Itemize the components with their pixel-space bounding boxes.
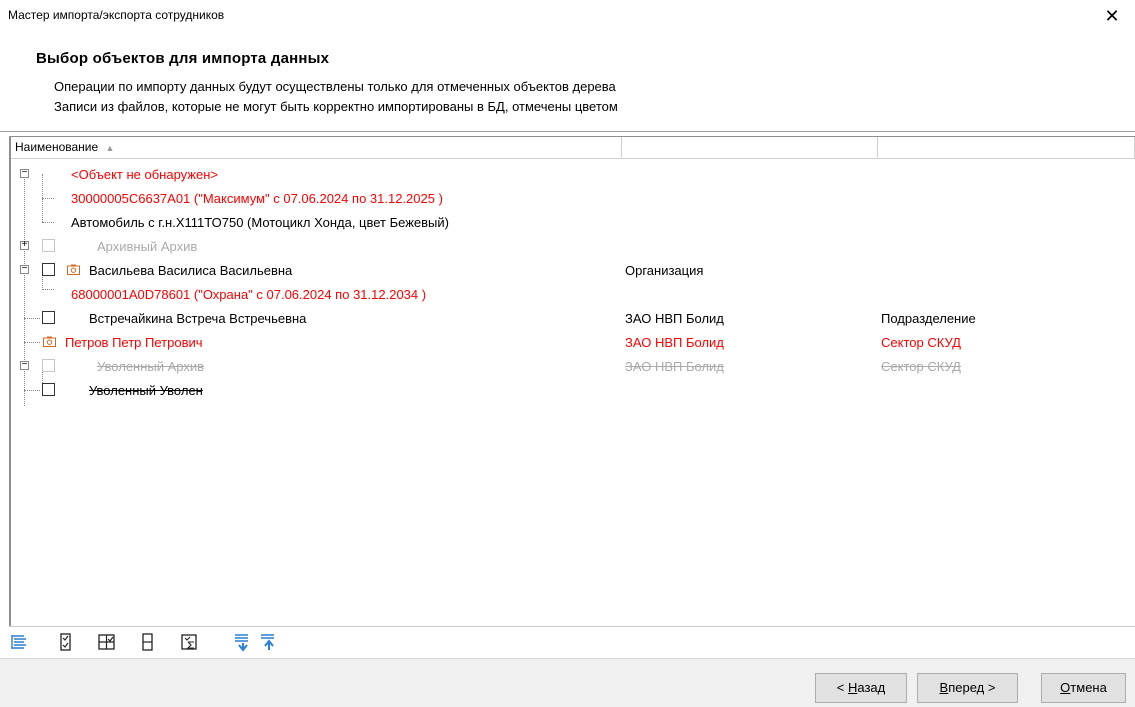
row-name: Уволенный Уволен — [89, 383, 203, 398]
description-line-1: Операции по импорту данных будут осущест… — [54, 79, 616, 94]
expand-toggle[interactable]: + — [20, 239, 29, 250]
move-down-icon[interactable] — [233, 632, 253, 652]
move-up-icon[interactable] — [259, 632, 279, 652]
tree-row[interactable]: − Уволенный Архив ЗАО НВП Болид Сектор С… — [11, 355, 1135, 379]
row-checkbox[interactable] — [42, 359, 55, 372]
column-name-header[interactable]: Наименование ▲ — [11, 137, 622, 158]
tree-branch-line — [42, 222, 54, 223]
row-name: Встречайкина Встреча Встречьевна — [89, 311, 307, 326]
tree-row[interactable]: 30000005C6637A01 ("Максимум" с 07.06.202… — [11, 187, 1135, 211]
uncheck-icon[interactable] — [138, 632, 158, 652]
close-button[interactable]: ✕ — [1089, 0, 1135, 32]
sort-ascending-icon: ▲ — [105, 143, 115, 153]
check-tree-icon[interactable] — [97, 632, 117, 652]
column-3-header[interactable] — [878, 137, 1135, 158]
back-button[interactable]: < Назад — [815, 673, 907, 703]
row-checkbox[interactable] — [42, 311, 55, 324]
wizard-header: Выбор объектов для импорта данных Операц… — [0, 32, 1135, 130]
row-col2: ЗАО НВП Болид — [625, 359, 724, 374]
tree-row[interactable]: Уволенный Уволен — [11, 379, 1135, 403]
row-name: Уволенный Архив — [97, 359, 205, 374]
objects-tree[interactable]: Наименование ▲ − <Объект не обнаружен> 3… — [9, 136, 1135, 656]
row-checkbox[interactable] — [42, 263, 55, 276]
row-col2: Организация — [625, 263, 704, 278]
camera-icon — [67, 264, 80, 275]
check-invert-icon[interactable] — [179, 632, 199, 652]
collapse-toggle[interactable]: − — [20, 167, 29, 178]
row-name: Архивный Архив — [97, 239, 198, 254]
tree-row[interactable]: Встречайкина Встреча Встречьевна ЗАО НВП… — [11, 307, 1135, 331]
row-col3: Подразделение — [881, 311, 976, 326]
row-col2: ЗАО НВП Болид — [625, 335, 724, 350]
tree-branch-line — [24, 390, 40, 391]
row-name: 30000005C6637A01 ("Максимум" с 07.06.202… — [71, 191, 443, 206]
row-col3: Сектор СКУД — [881, 359, 961, 374]
check-all-icon[interactable] — [56, 632, 76, 652]
import-wizard-window: Мастер импорта/экспорта сотрудников ✕ Вы… — [0, 0, 1135, 707]
collapse-toggle[interactable]: − — [20, 263, 29, 274]
tree-toolbar — [9, 626, 1135, 657]
tree-row[interactable]: − <Объект не обнаружен> — [11, 163, 1135, 187]
row-name: 68000001A0D78601 ("Охрана" с 07.06.2024 … — [71, 287, 427, 302]
header-divider — [0, 131, 1135, 132]
page-title: Выбор объектов для импорта данных — [36, 50, 330, 67]
tree-row[interactable]: − Васильева Василиса Васильевна Организа… — [11, 259, 1135, 283]
row-col2: ЗАО НВП Болид — [625, 311, 724, 326]
tree-expand-icon[interactable] — [9, 632, 29, 652]
next-button[interactable]: Вперед > — [917, 673, 1018, 703]
row-checkbox[interactable] — [42, 239, 55, 252]
column-header: Наименование ▲ — [11, 137, 1135, 159]
tree-row[interactable]: Автомобиль с г.н.Х111ТО750 (Мотоцикл Хон… — [11, 211, 1135, 235]
title-bar: Мастер импорта/экспорта сотрудников ✕ — [0, 0, 1135, 32]
tree-row[interactable]: + Архивный Архив — [11, 235, 1135, 259]
tree-branch-line — [24, 342, 40, 343]
tree-branch-line — [24, 318, 40, 319]
row-name: <Объект не обнаружен> — [71, 167, 219, 182]
cancel-button[interactable]: Отмена — [1041, 673, 1126, 703]
tree-branch-line — [42, 289, 54, 290]
row-checkbox[interactable] — [42, 383, 55, 396]
row-name: Петров Петр Петрович — [65, 335, 203, 350]
window-title: Мастер импорта/экспорта сотрудников — [8, 8, 225, 22]
tree-row[interactable]: Петров Петр Петрович ЗАО НВП Болид Секто… — [11, 331, 1135, 355]
column-2-header[interactable] — [622, 137, 878, 158]
row-name: Васильева Василиса Васильевна — [89, 263, 293, 278]
tree-branch-line — [42, 198, 54, 199]
row-name: Автомобиль с г.н.Х111ТО750 (Мотоцикл Хон… — [71, 215, 449, 230]
tree-row[interactable]: 68000001A0D78601 ("Охрана" с 07.06.2024 … — [11, 283, 1135, 307]
camera-icon — [43, 336, 56, 347]
description-line-2: Записи из файлов, которые не могут быть … — [54, 99, 618, 114]
wizard-footer: < Назад Вперед > Отмена — [0, 658, 1135, 707]
row-col3: Сектор СКУД — [881, 335, 961, 350]
collapse-toggle[interactable]: − — [20, 359, 29, 370]
